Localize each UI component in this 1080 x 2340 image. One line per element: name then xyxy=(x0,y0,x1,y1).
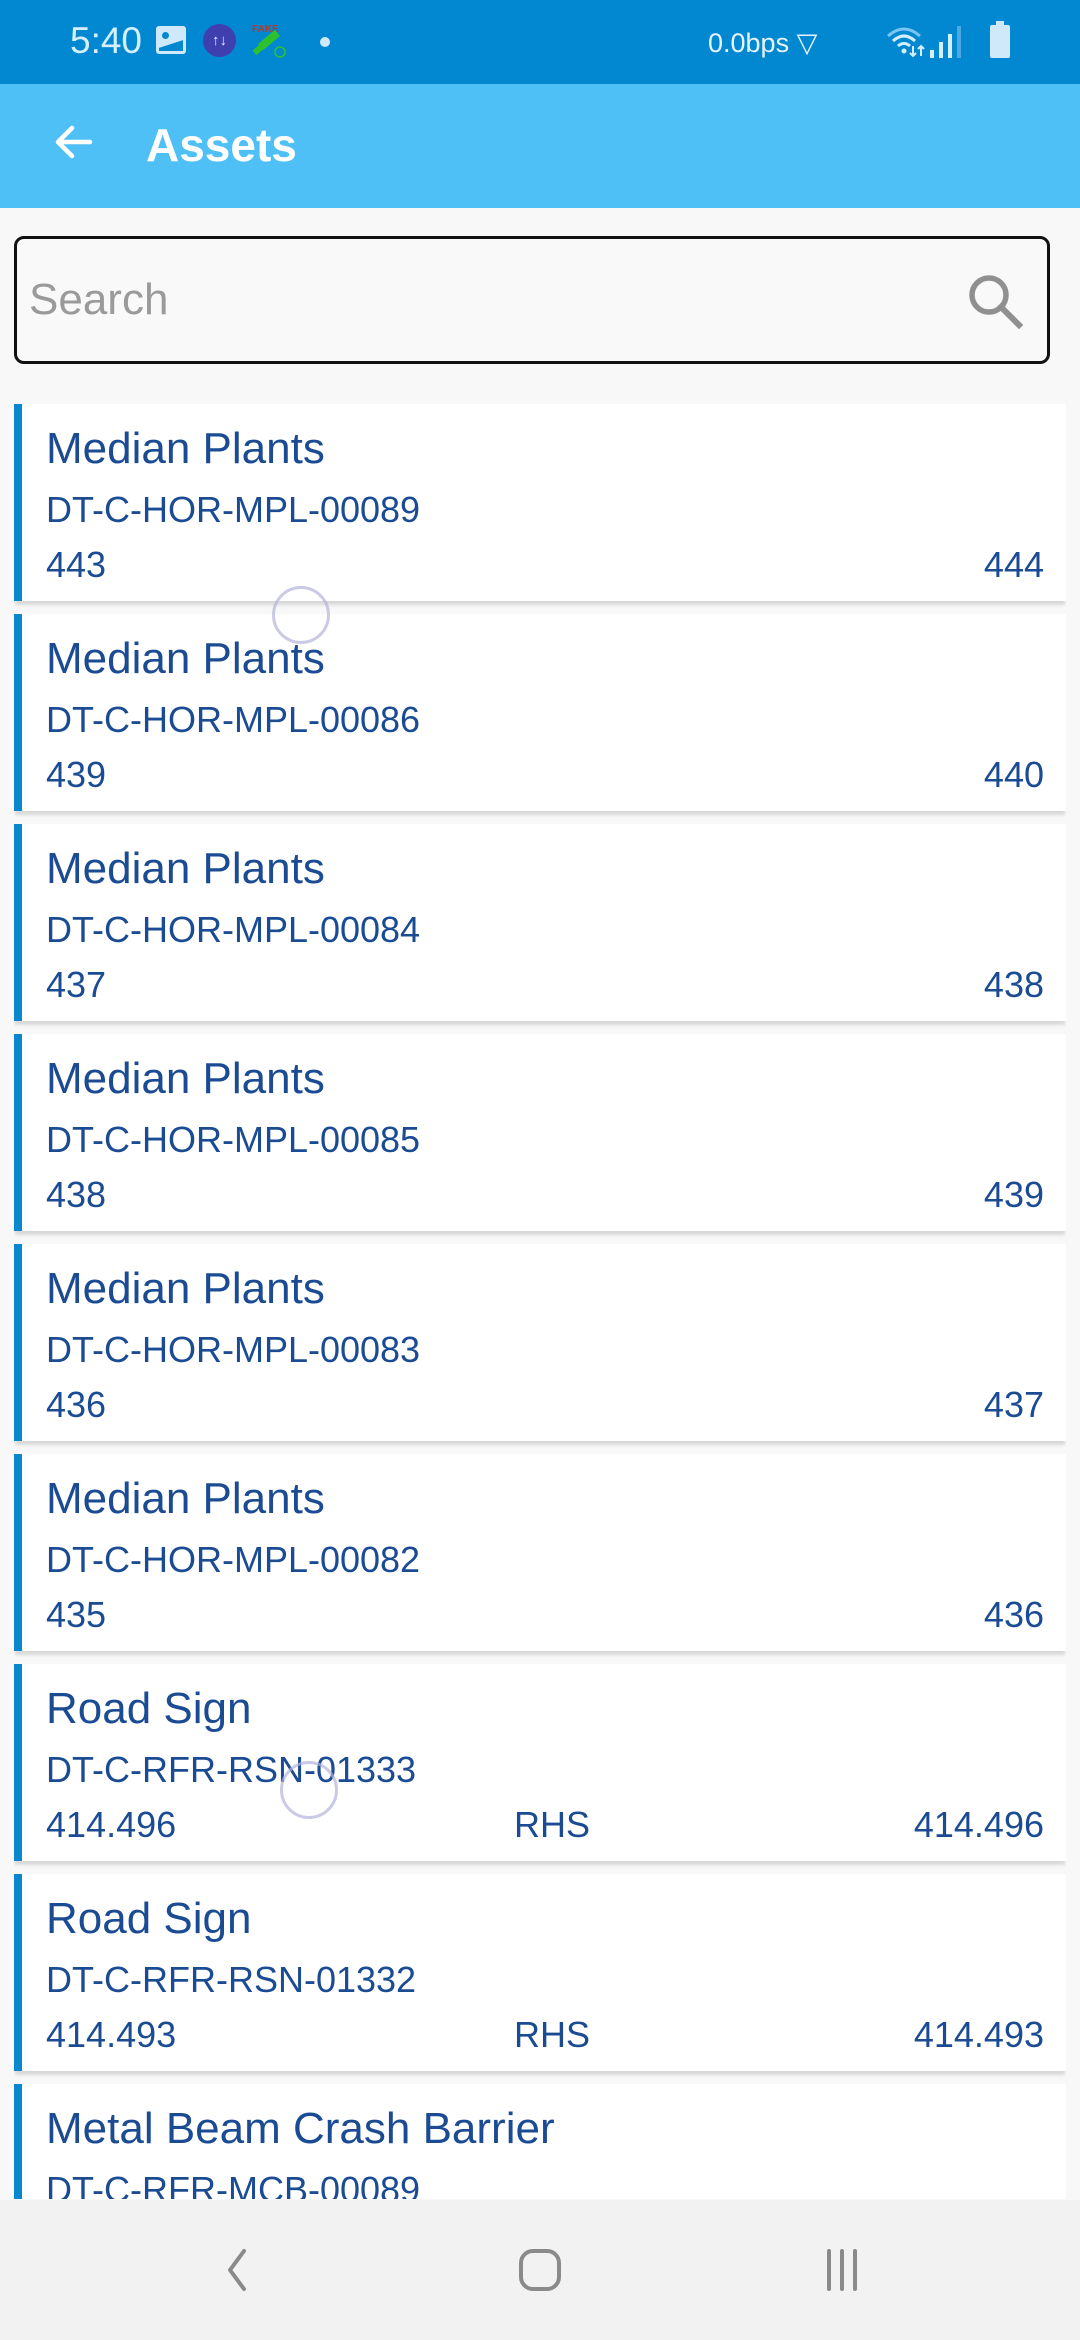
asset-name: Median Plants xyxy=(46,1474,325,1523)
asset-end-chainage: 414.496 xyxy=(913,1804,1044,1845)
asset-code: DT-C-HOR-MPL-00085 xyxy=(46,1119,421,1160)
asset-list-item[interactable]: Median Plants DT-C-HOR-MPL-00082 435 436 xyxy=(14,1454,1066,1651)
nav-recents-button[interactable] xyxy=(802,2230,882,2310)
app-bar: Assets xyxy=(0,84,1080,208)
asset-start-chainage: 439 xyxy=(46,754,107,795)
asset-list-item[interactable]: Median Plants DT-C-HOR-MPL-00084 437 438 xyxy=(14,824,1066,1021)
asset-list[interactable]: Median Plants DT-C-HOR-MPL-00089 443 444 Med… xyxy=(14,404,1066,2199)
asset-start-chainage: 414.496 xyxy=(46,1804,177,1845)
asset-list-item[interactable]: Median Plants DT-C-HOR-MPL-00083 436 437 xyxy=(14,1244,1066,1441)
assets-screen: 5:40 ↑↓ FAKE 0.0bps ▽ Assets Search Medi… xyxy=(0,0,1080,2340)
status-time: 5:40 xyxy=(70,20,143,61)
asset-name: Median Plants xyxy=(46,634,325,683)
system-nav-bar xyxy=(0,2200,1080,2340)
asset-name: Median Plants xyxy=(46,1054,325,1103)
network-speed: 0.0bps ▽ xyxy=(708,28,818,58)
wifi-icon xyxy=(885,24,927,60)
asset-list-item[interactable]: Metal Beam Crash Barrier DT-C-RFR-MCB-000… xyxy=(14,2084,1066,2199)
asset-list-item[interactable]: Median Plants DT-C-HOR-MPL-00085 438 439 xyxy=(14,1034,1066,1231)
fake-gps-icon: FAKE xyxy=(250,22,288,60)
asset-code: DT-C-HOR-MPL-00083 xyxy=(46,1329,421,1370)
asset-list-item[interactable]: Median Plants DT-C-HOR-MPL-00089 443 444 xyxy=(14,404,1066,601)
battery-icon xyxy=(990,21,1010,58)
asset-start-chainage: 443 xyxy=(46,544,107,585)
asset-end-chainage: 444 xyxy=(983,544,1044,585)
asset-end-chainage: 436 xyxy=(983,1594,1044,1635)
back-nav-icon xyxy=(228,2249,246,2291)
back-button[interactable] xyxy=(44,112,104,172)
asset-name: Median Plants xyxy=(46,424,325,473)
asset-start-chainage: 437 xyxy=(46,964,107,1005)
touch-indicator xyxy=(272,586,330,644)
asset-code: DT-C-RFR-RSN-01333 xyxy=(46,1749,417,1790)
sync-icon: ↑↓ xyxy=(203,24,236,57)
gallery-icon xyxy=(156,26,186,54)
asset-name: Median Plants xyxy=(46,1264,325,1313)
asset-name: Median Plants xyxy=(46,844,325,893)
asset-name: Road Sign xyxy=(46,1684,252,1733)
asset-list-item[interactable]: Median Plants DT-C-HOR-MPL-00086 439 440 xyxy=(14,614,1066,811)
search-input[interactable] xyxy=(27,239,927,361)
signal-icon xyxy=(928,24,968,60)
asset-end-chainage: 439 xyxy=(983,1174,1044,1215)
asset-code: DT-C-HOR-MPL-00089 xyxy=(46,489,421,530)
asset-end-chainage: 438 xyxy=(983,964,1044,1005)
page-title: Assets xyxy=(146,119,297,171)
asset-start-chainage: 436 xyxy=(46,1384,107,1425)
search-button[interactable] xyxy=(963,269,1027,333)
touch-indicator xyxy=(280,1761,338,1819)
search-icon xyxy=(969,275,1024,330)
asset-code: DT-C-RFR-MCB-00089 xyxy=(46,2169,421,2199)
search-box xyxy=(14,236,1050,364)
asset-code: DT-C-HOR-MPL-00086 xyxy=(46,699,421,740)
nav-back-button[interactable] xyxy=(196,2230,276,2310)
asset-end-chainage: 437 xyxy=(983,1384,1044,1425)
asset-name: Road Sign xyxy=(46,1894,252,1943)
asset-list-item[interactable]: Road Sign DT-C-RFR-RSN-01332 414.493 RHS 414… xyxy=(14,1874,1066,2071)
asset-code: DT-C-HOR-MPL-00082 xyxy=(46,1539,421,1580)
recents-nav-icon xyxy=(827,2249,857,2291)
asset-start-chainage: 438 xyxy=(46,1174,107,1215)
status-bar: 5:40 ↑↓ FAKE 0.0bps ▽ xyxy=(0,0,1080,84)
asset-side: RHS xyxy=(514,1804,591,1845)
asset-end-chainage: 440 xyxy=(983,754,1044,795)
nav-home-button[interactable] xyxy=(500,2230,580,2310)
asset-start-chainage: 414.493 xyxy=(46,2014,177,2055)
arrow-left-icon xyxy=(55,125,93,159)
asset-code: DT-C-HOR-MPL-00084 xyxy=(46,909,421,950)
asset-side: RHS xyxy=(514,2014,591,2055)
notification-dot-icon xyxy=(320,37,330,47)
asset-end-chainage: 414.493 xyxy=(913,2014,1044,2055)
asset-name: Metal Beam Crash Barrier xyxy=(46,2104,555,2153)
asset-list-item[interactable]: Road Sign DT-C-RFR-RSN-01333 414.496 RHS 414… xyxy=(14,1664,1066,1861)
home-nav-icon xyxy=(519,2249,561,2291)
asset-start-chainage: 435 xyxy=(46,1594,107,1635)
asset-code: DT-C-RFR-RSN-01332 xyxy=(46,1959,417,2000)
